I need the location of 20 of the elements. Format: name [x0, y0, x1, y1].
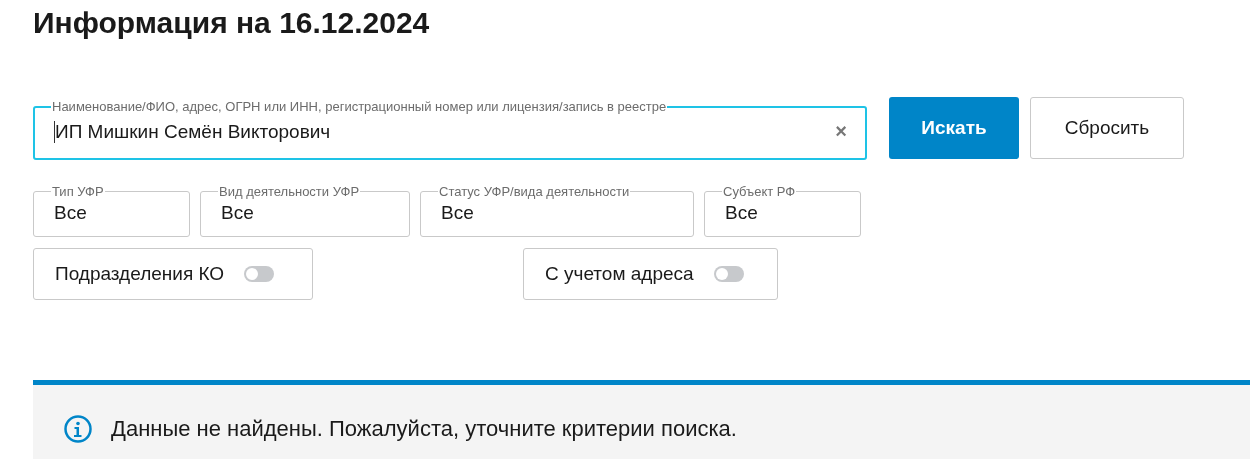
search-button[interactable]: Искать [889, 97, 1019, 159]
field-label: Тип УФР [51, 185, 105, 198]
info-icon [63, 414, 93, 444]
page-title: Информация на 16.12.2024 [32, 5, 431, 41]
select-field[interactable]: Субъект РФ Все [704, 185, 861, 237]
toggle-switch[interactable] [244, 266, 275, 282]
field-label: Вид деятельности УФР [218, 185, 361, 198]
select-field[interactable]: Статус УФР/вида деятельности Все [420, 185, 694, 237]
toggle-label: С учетом адреса [545, 263, 694, 285]
toggle-switch[interactable] [713, 266, 744, 282]
select-field[interactable]: Тип УФР Все [33, 185, 190, 237]
field-label: Субъект РФ [722, 185, 797, 198]
search-field[interactable]: Наименование/ФИО, адрес, ОГРН или ИНН, регистрационный номер или лицензия/запись в реестре ИП Мишкин Семён Викторович × [33, 100, 867, 160]
field-label: Статус УФР/вида деятельности [438, 185, 631, 198]
toggle-label: Подразделения КО [55, 263, 225, 285]
info-message: Данные не найдены. Пожалуйста, уточните критерии поиска. [111, 416, 737, 442]
select-field[interactable]: Вид деятельности УФР Все [200, 185, 410, 237]
field-label: Наименование/ФИО, адрес, ОГРН или ИНН, регистрационный номер или лицензия/запись в реестре [51, 100, 668, 113]
clear-icon[interactable]: × [835, 120, 847, 143]
reset-button[interactable]: Сбросить [1030, 97, 1184, 159]
